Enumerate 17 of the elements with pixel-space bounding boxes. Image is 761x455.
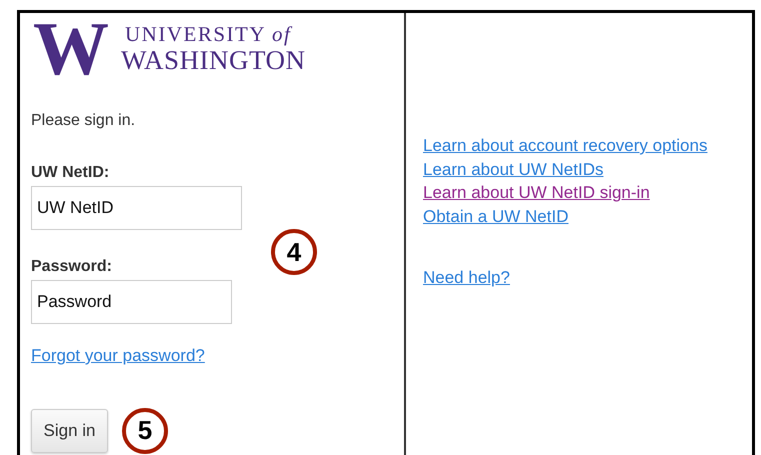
info-link[interactable]: Learn about account recovery options (423, 134, 708, 158)
forgot-password-link[interactable]: Forgot your password? (31, 344, 205, 368)
logo-text: WASHINGTON (121, 46, 306, 74)
logo-text: UNIVERSITY of (124, 22, 294, 46)
info-link[interactable]: Learn about UW NetIDs (423, 158, 604, 181)
callout-marker: 5 (122, 408, 168, 454)
input-field[interactable]: UW NetID (31, 186, 242, 230)
field-label: UW NetID: (31, 164, 110, 182)
intro-text: Please sign in. (31, 112, 136, 130)
field-label: Password: (31, 258, 112, 276)
info-link[interactable]: Obtain a UW NetID (423, 204, 568, 228)
sign-in-button[interactable]: Sign in (31, 408, 108, 452)
callout-marker: 4 (271, 229, 317, 275)
logo-letter: W (32, 19, 110, 79)
info-link[interactable]: Learn about UW NetID sign-in (423, 181, 650, 204)
help-link[interactable]: Need help? (423, 266, 510, 290)
input-field[interactable]: Password (31, 280, 232, 324)
